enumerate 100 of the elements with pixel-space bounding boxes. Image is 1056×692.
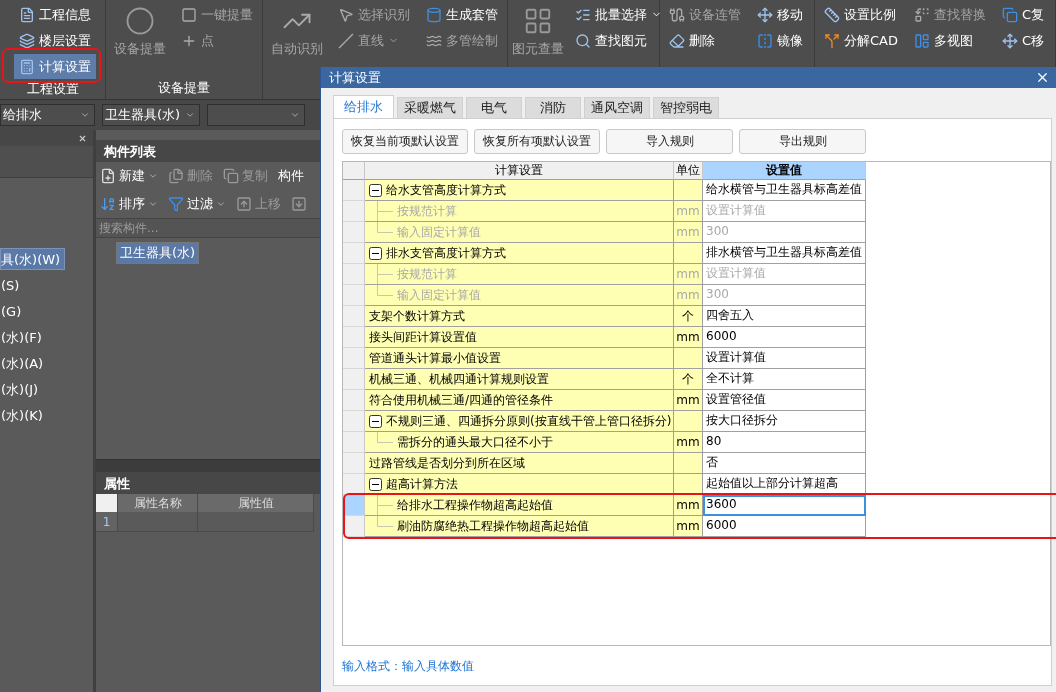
setting-name-cell: 接头间距计算设置值 — [365, 327, 674, 348]
arrow-up-icon — [236, 196, 252, 212]
value-cell[interactable]: 给水横管与卫生器具标高差值 — [703, 180, 866, 201]
value-cell[interactable]: 否 — [703, 453, 866, 474]
setting-name-cell: 不规则三通、四通拆分原则(按直线干管上管口径拆分) — [365, 411, 674, 432]
value-cell[interactable]: 全不计算 — [703, 369, 866, 390]
setting-name-cell: 按规范计算 — [365, 264, 674, 285]
ribbon-button[interactable]: 计算设置 — [14, 54, 96, 79]
input-hint: 输入格式：输入具体数值 — [342, 658, 475, 675]
collapse-icon[interactable] — [369, 246, 382, 260]
ribbon-button[interactable]: 生成套管 — [421, 2, 503, 27]
tree-connector — [377, 432, 393, 443]
value-cell[interactable]: 80 — [703, 432, 866, 453]
column-header: 属性名称 — [118, 494, 198, 512]
ribbon-button[interactable]: 镜像 — [752, 28, 808, 53]
nav-item[interactable]: (水)(F) — [0, 326, 47, 348]
row-header[interactable] — [343, 474, 365, 495]
unit-cell — [674, 348, 703, 369]
setting-name-cell: 超高计算方法 — [365, 474, 674, 495]
caret-icon — [80, 110, 90, 120]
ribbon-button[interactable]: 设置比例 — [819, 2, 903, 27]
split-icon — [824, 32, 840, 49]
pointer-icon — [338, 6, 354, 23]
collapse-icon[interactable] — [369, 477, 382, 491]
unit-cell: 个 — [674, 306, 703, 327]
corner-cell — [343, 162, 365, 180]
value-cell[interactable]: 6000 — [703, 327, 866, 348]
square-icon — [181, 6, 197, 23]
toolbar-button[interactable]: 排序 — [98, 195, 160, 213]
collapse-icon[interactable] — [369, 183, 382, 197]
value-cell[interactable]: 6000 — [703, 516, 866, 537]
column-header: 设置值 — [703, 162, 866, 180]
tab[interactable]: 通风空调 — [584, 97, 650, 118]
toolbar-button[interactable]: 新建 — [98, 167, 160, 185]
calculator-icon — [19, 58, 35, 75]
value-cell[interactable]: 按大口径拆分 — [703, 411, 866, 432]
unit-cell: mm — [674, 432, 703, 453]
ribbon-button[interactable]: C复 — [997, 2, 1050, 27]
row-header[interactable] — [343, 516, 365, 537]
grid-icon — [523, 6, 553, 36]
caret-icon — [290, 110, 300, 120]
combo-box[interactable] — [207, 104, 305, 126]
search-icon — [575, 32, 591, 49]
collapse-icon[interactable] — [369, 414, 382, 428]
group-label: 工程设置 — [25, 80, 80, 98]
ribbon-button[interactable]: 多视图 — [909, 28, 991, 53]
group-label: 设备提量 — [157, 79, 211, 97]
unit-cell: mm — [674, 327, 703, 348]
combo-box[interactable]: 给排水 — [0, 104, 95, 126]
nav-item[interactable]: (水)(A) — [0, 352, 49, 374]
close-icon[interactable] — [1035, 70, 1050, 85]
nav-item[interactable]: (水)(J) — [0, 378, 44, 400]
action-button[interactable]: 恢复所有项默认设置 — [474, 129, 600, 154]
ribbon-button[interactable]: 查找图元 — [570, 28, 667, 53]
value-cell[interactable]: 排水横管与卫生器具标高差值 — [703, 243, 866, 264]
tab[interactable]: 采暖燃气 — [397, 97, 463, 118]
ribbon-button[interactable]: 分解CAD — [819, 28, 903, 53]
ribbon-button[interactable]: 批量选择 — [570, 2, 667, 27]
close-icon[interactable] — [78, 133, 87, 143]
toolbar-button[interactable]: 构件 — [276, 167, 306, 185]
setting-name-cell: 支架个数计算方式 — [365, 306, 674, 327]
filter-icon — [168, 196, 184, 212]
value-cell[interactable]: 起始值以上部分计算超高 — [703, 474, 866, 495]
setting-name-cell: 管道通头计算最小值设置 — [365, 348, 674, 369]
nav-item[interactable]: 具(水)(W) — [0, 248, 66, 270]
pipe-icon — [426, 6, 442, 23]
value-cell[interactable]: 设置计算值 — [703, 348, 866, 369]
setting-name-cell: 排水支管高度计算方式 — [365, 243, 674, 264]
combo-box[interactable]: 卫生器具(水) — [102, 104, 200, 126]
move-icon — [1002, 32, 1018, 49]
setting-name-cell: 给排水工程操作物超高起始值 — [365, 495, 674, 516]
tree-item[interactable]: 卫生器具(水) — [116, 242, 200, 264]
tab[interactable]: 电气 — [466, 97, 522, 118]
action-button[interactable]: 导入规则 — [606, 129, 733, 154]
unit-cell: mm — [674, 390, 703, 411]
toolbar-button[interactable]: 过滤 — [166, 195, 228, 213]
value-cell[interactable]: 3600 — [703, 495, 866, 516]
unit-cell: mm — [674, 285, 703, 306]
setting-name-cell: 刷油防腐绝热工程操作物超高起始值 — [365, 516, 674, 537]
layers-icon — [19, 32, 35, 49]
action-button[interactable]: 导出规则 — [739, 129, 866, 154]
document-icon — [19, 6, 35, 23]
caret-icon — [185, 110, 195, 120]
nav-item[interactable]: (S) — [0, 274, 25, 296]
ribbon-button[interactable]: 移动 — [752, 2, 808, 27]
tab[interactable]: 智控弱电 — [653, 97, 719, 118]
ribbon-button[interactable]: 工程信息 — [14, 2, 96, 27]
tab[interactable]: 给排水 — [333, 95, 394, 119]
tab[interactable]: 消防 — [525, 97, 581, 118]
unit-cell — [674, 411, 703, 432]
ribbon-button[interactable]: 楼层设置 — [14, 28, 96, 53]
setting-name-cell: 输入固定计算值 — [365, 285, 674, 306]
nav-item[interactable]: (水)(K) — [0, 404, 48, 426]
ribbon-button[interactable]: 删除 — [664, 28, 746, 53]
action-button[interactable]: 恢复当前项默认设置 — [342, 129, 468, 154]
setting-name-cell: 输入固定计算值 — [365, 222, 674, 243]
value-cell[interactable]: 四舍五入 — [703, 306, 866, 327]
value-cell[interactable]: 设置管径值 — [703, 390, 866, 411]
nav-item[interactable]: (G) — [0, 300, 27, 322]
ribbon-button[interactable]: C移 — [997, 28, 1050, 53]
